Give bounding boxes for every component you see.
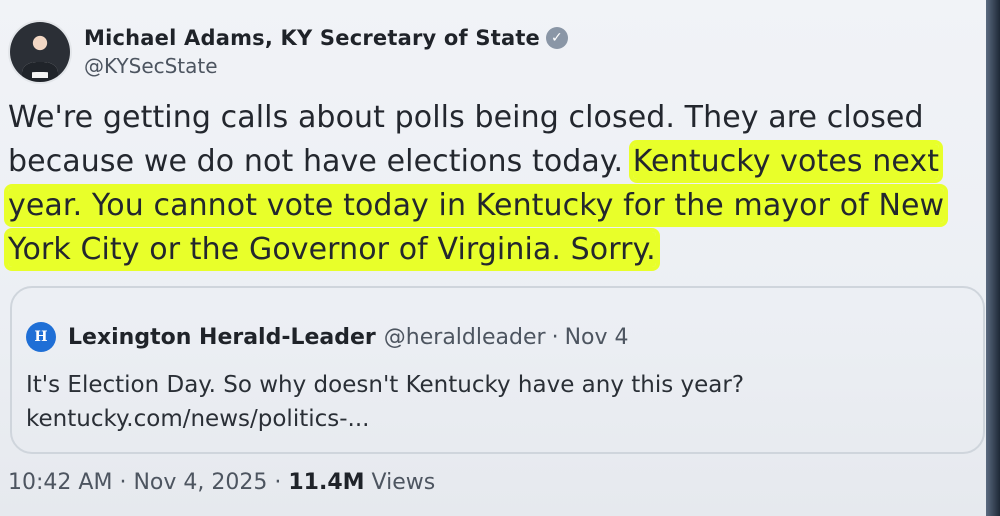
- avatar[interactable]: [10, 22, 70, 82]
- separator-dot: ·: [274, 470, 282, 495]
- quoted-tweet-header: H Lexington Herald-Leader @heraldleader …: [26, 322, 629, 352]
- author-name-text[interactable]: Michael Adams, KY Secretary of State: [84, 26, 540, 50]
- tweet-footer: 10:42 AM · Nov 4, 2025 · 11.4M Views: [8, 470, 435, 495]
- screen-edge: [986, 0, 1000, 516]
- author-display-name[interactable]: Michael Adams, KY Secretary of State ✓: [84, 26, 569, 50]
- separator-dot: ·: [119, 470, 127, 495]
- quoted-link[interactable]: kentucky.com/news/politics-...: [26, 402, 744, 436]
- quoted-author-name[interactable]: Lexington Herald-Leader: [68, 325, 376, 350]
- quoted-text-line: It's Election Day. So why doesn't Kentuc…: [26, 372, 745, 398]
- views-label: Views: [371, 470, 436, 495]
- quoted-date[interactable]: Nov 4: [565, 325, 629, 350]
- tweet-header: Michael Adams, KY Secretary of State ✓ @…: [10, 22, 569, 82]
- quoted-author-handle[interactable]: @heraldleader: [384, 325, 546, 350]
- views-count: 11.4M: [288, 470, 365, 495]
- quoted-tweet-card[interactable]: H Lexington Herald-Leader @heraldleader …: [10, 286, 985, 454]
- verified-badge-icon: ✓: [546, 27, 569, 49]
- tweet-text: We're getting calls about polls being cl…: [8, 96, 988, 272]
- separator-dot: ·: [551, 324, 559, 350]
- author-names: Michael Adams, KY Secretary of State ✓ @…: [84, 26, 569, 78]
- herald-leader-logo-icon: H: [26, 322, 56, 352]
- tweet-date[interactable]: Nov 4, 2025: [133, 470, 267, 495]
- quoted-tweet-text: It's Election Day. So why doesn't Kentuc…: [26, 368, 744, 436]
- tweet-time[interactable]: 10:42 AM: [8, 470, 112, 495]
- tweet-screen: Michael Adams, KY Secretary of State ✓ @…: [0, 0, 1000, 516]
- author-handle[interactable]: @KYSecState: [84, 54, 568, 78]
